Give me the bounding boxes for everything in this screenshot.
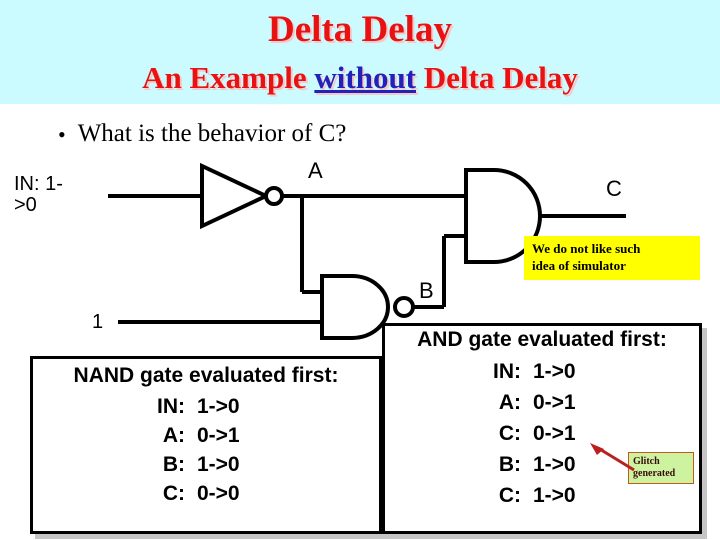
table-row: IN: 1->0 (385, 356, 699, 387)
table-row: A: 0->1 (385, 387, 699, 418)
signal-value: 0->1 (197, 424, 240, 447)
slide-canvas: Delta Delay An Example without Delta Del… (0, 0, 720, 540)
circuit-label-constant-one: 1 (92, 311, 104, 333)
signal-name: IN: (157, 395, 185, 418)
table-row: IN: 1->0 (33, 392, 379, 421)
result-box-and-first: AND gate evaluated first: IN: 1->0 A: 0-… (382, 323, 702, 534)
circuit-label-in: IN: 1- >0 (14, 173, 63, 216)
table-row: A: 0->1 (33, 421, 379, 450)
table-row: C: 0->0 (33, 479, 379, 508)
signal-value: 1->0 (197, 395, 240, 418)
note-line-1: We do not like such (532, 241, 641, 256)
result-box-nand-rows: IN: 1->0 A: 0->1 B: 1->0 C: 0->0 (33, 392, 379, 508)
subtitle-text-after: Delta Delay (416, 60, 578, 95)
page-subtitle: An Example without Delta Delay (0, 60, 720, 96)
glitch-callout: Glitch generated (628, 452, 694, 484)
signal-name: C: (162, 482, 185, 505)
signal-value: 1->0 (533, 360, 576, 383)
note-line-2: idea of simulator (532, 258, 626, 273)
glitch-line-2: generated (633, 468, 676, 479)
result-box-and-rows: IN: 1->0 A: 0->1 C: 0->1 B: 1->0 C: 1->0 (385, 356, 699, 511)
nand-gate-bubble (393, 296, 415, 318)
table-row: B: 1->0 (33, 450, 379, 479)
signal-value: 1->0 (197, 453, 240, 476)
signal-name: C: (498, 422, 521, 445)
inverter-bubble (264, 186, 284, 206)
signal-name: A: (162, 424, 185, 447)
bullet-marker-icon: • (58, 122, 66, 148)
result-box-nand-first: NAND gate evaluated first: IN: 1->0 A: 0… (30, 356, 382, 534)
signal-name: A: (498, 391, 521, 414)
glitch-arrow-icon (590, 443, 635, 472)
signal-value: 1->0 (533, 484, 576, 507)
signal-name: B: (162, 453, 185, 476)
signal-name: B: (498, 453, 521, 476)
note-simulator-opinion: We do not like such idea of simulator (524, 236, 700, 280)
inverter-triangle (200, 162, 271, 230)
circuit-label-a: A (308, 158, 323, 183)
circuit-label-b: B (419, 278, 434, 303)
table-row: C: 0->1 (385, 418, 699, 449)
signal-name: C: (498, 484, 521, 507)
signal-name: IN: (493, 360, 521, 383)
bullet-text: What is the behavior of C? (77, 120, 347, 147)
page-title: Delta Delay (268, 9, 452, 50)
subtitle-accent-without: without (314, 60, 417, 95)
result-box-nand-heading: NAND gate evaluated first: (73, 364, 339, 387)
result-box-and-heading: AND gate evaluated first: (417, 328, 667, 351)
subtitle-text-before: An Example (142, 60, 315, 95)
circuit-label-c: C (606, 176, 622, 201)
glitch-line-1: Glitch (633, 456, 660, 467)
table-row: C: 1->0 (385, 480, 699, 511)
bullet-question: • What is the behavior of C? (58, 120, 346, 148)
signal-value: 0->1 (533, 391, 576, 414)
signal-value: 0->0 (197, 482, 240, 505)
nand-gate-body (320, 274, 390, 340)
